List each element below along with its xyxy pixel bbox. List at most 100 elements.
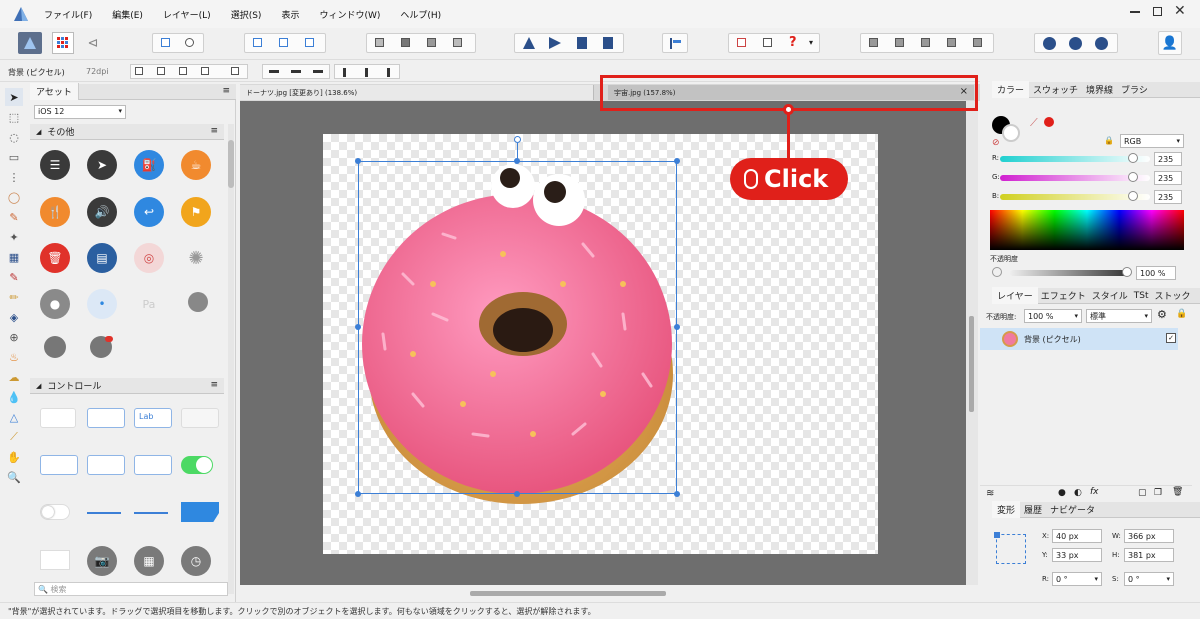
control-segment-asset[interactable]: [40, 455, 78, 475]
grey-circle-asset-icon[interactable]: [44, 336, 66, 358]
control-toggle-off-asset[interactable]: [40, 504, 70, 520]
tab-stock[interactable]: ストック: [1152, 287, 1194, 304]
toolbar-group-2[interactable]: [244, 33, 326, 53]
handle-left[interactable]: [355, 324, 361, 330]
layer-visibility-checkbox[interactable]: ✓: [1166, 333, 1176, 343]
section-other-header[interactable]: ◢ その他 ≡: [30, 124, 224, 140]
w-field[interactable]: 366 px: [1124, 529, 1174, 543]
asset-set-select[interactable]: iOS 12 ▾: [34, 105, 126, 119]
tab-styles[interactable]: スタイル: [1089, 287, 1131, 304]
zoom-tool-icon-alt[interactable]: ⊕: [5, 328, 23, 346]
handle-bottom-right[interactable]: [674, 491, 680, 497]
handle-bottom-left[interactable]: [355, 491, 361, 497]
control-stepper-asset[interactable]: [134, 455, 172, 475]
tab-stroke[interactable]: 境界線: [1082, 81, 1117, 98]
g-slider-knob[interactable]: [1128, 172, 1138, 182]
tab-brush[interactable]: ブラシ: [1117, 81, 1152, 98]
menu-window[interactable]: ウィンドウ(W): [319, 8, 380, 21]
section-menu-icon-2[interactable]: ≡: [210, 380, 218, 390]
menu-layer[interactable]: レイヤー(L): [163, 8, 211, 21]
tab-transform[interactable]: 変形: [992, 501, 1021, 518]
calculator-asset-icon[interactable]: ▦: [134, 546, 164, 576]
sharpen-tool-icon[interactable]: △: [5, 408, 23, 426]
b-field[interactable]: 235: [1154, 190, 1182, 204]
hand-tool-icon[interactable]: ✋: [5, 448, 23, 466]
r-field[interactable]: 235: [1154, 152, 1182, 166]
move-tool-icon[interactable]: ➤: [5, 88, 23, 106]
toolbar-group-5[interactable]: [662, 33, 688, 53]
row-marquee-icon[interactable]: ▭: [5, 148, 23, 166]
blur-tool-icon[interactable]: 💧: [5, 388, 23, 406]
control-popover-asset[interactable]: [181, 408, 219, 428]
spinner-asset-icon[interactable]: ✺: [181, 243, 211, 273]
opacity-reset-icon[interactable]: [992, 267, 1002, 277]
assets-search[interactable]: 🔍 検索: [34, 582, 228, 596]
paint-brush-icon[interactable]: ✎: [5, 268, 23, 286]
tab-swatches[interactable]: スウォッチ: [1029, 81, 1082, 98]
cup-asset-icon[interactable]: ☕: [181, 150, 211, 180]
user-icon[interactable]: 👤: [1158, 31, 1182, 55]
menu-edit[interactable]: 編集(E): [112, 8, 143, 21]
fingerprint-asset-icon[interactable]: ◎: [134, 243, 164, 273]
horizontal-scroll-thumb[interactable]: [470, 591, 666, 596]
toolbar-group-8[interactable]: [1034, 33, 1118, 53]
assets-scrollbar[interactable]: [228, 124, 234, 594]
opacity-slider-knob[interactable]: [1122, 267, 1132, 277]
color-mode-select[interactable]: RGB ▾: [1120, 134, 1184, 148]
menu-select[interactable]: 選択(S): [231, 8, 262, 21]
share-icon[interactable]: ⊲: [84, 34, 102, 52]
burn-tool-icon[interactable]: ♨: [5, 348, 23, 366]
section-controls-header[interactable]: ◢ コントロール ≡: [30, 378, 224, 394]
none-color-icon[interactable]: ⊘: [992, 138, 1000, 148]
elliptical-marquee-icon[interactable]: ◌: [5, 128, 23, 146]
close-window-icon[interactable]: ✕: [1174, 3, 1186, 19]
dot-asset-icon[interactable]: •: [87, 289, 117, 319]
grid-tool-icon[interactable]: ▦: [5, 248, 23, 266]
layer-row[interactable]: 背景 (ピクセル) ✓: [980, 328, 1178, 350]
designer-persona-icon[interactable]: [18, 32, 42, 54]
apple-pay-asset-icon[interactable]: Pa: [134, 289, 164, 319]
lasso-tool-icon[interactable]: ◯: [5, 188, 23, 206]
new-layer-icon[interactable]: ▢: [1138, 488, 1147, 498]
rotation-handle[interactable]: [514, 136, 521, 143]
opacity-slider[interactable]: [1010, 270, 1130, 276]
context-align-tools[interactable]: [262, 64, 330, 79]
volume-asset-icon[interactable]: 🔊: [87, 197, 117, 227]
trash-asset-icon[interactable]: 🗑: [40, 243, 70, 273]
control-textfield-asset[interactable]: [40, 408, 76, 428]
list-asset-icon[interactable]: ☰: [40, 150, 70, 180]
tab-doughnut[interactable]: ドーナツ.jpg [変更あり] (138.6%): [240, 85, 594, 100]
fuel-asset-icon[interactable]: ⛽: [134, 150, 164, 180]
vertical-scroll-thumb[interactable]: [969, 316, 974, 412]
tab-layers[interactable]: レイヤー: [992, 287, 1038, 304]
marquee-tool-icon[interactable]: ⬚: [5, 108, 23, 126]
h-field[interactable]: 381 px: [1124, 548, 1174, 562]
flag-asset-icon[interactable]: ⚑: [181, 197, 211, 227]
toolbar-group-7[interactable]: [860, 33, 994, 53]
duplicate-layer-icon[interactable]: ❐: [1154, 488, 1162, 498]
tab-history[interactable]: 履歴: [1020, 501, 1046, 518]
handle-bottom[interactable]: [514, 491, 520, 497]
layer-opacity-select[interactable]: 100 % ▾: [1024, 309, 1082, 323]
maximize-icon[interactable]: [1153, 7, 1162, 16]
toolbar-group-4[interactable]: [514, 33, 624, 53]
adjustment-icon[interactable]: ◐: [1074, 488, 1082, 498]
panel-menu-icon[interactable]: ≡: [222, 86, 230, 96]
control-segment2-asset[interactable]: [87, 455, 125, 475]
context-distribute-tools[interactable]: [334, 64, 400, 79]
y-field[interactable]: 33 px: [1052, 548, 1102, 562]
shear-field[interactable]: 0 ° ▾: [1124, 572, 1174, 586]
pixel-persona-icon[interactable]: [52, 32, 74, 54]
layer-settings-icon[interactable]: ⚙: [1157, 308, 1167, 321]
menu-file[interactable]: ファイル(F): [44, 8, 92, 21]
color-lock-icon[interactable]: 🔒: [1104, 136, 1114, 145]
section-menu-icon[interactable]: ≡: [210, 126, 218, 136]
selection-box[interactable]: [358, 161, 677, 494]
stroke-color-swatch[interactable]: [1002, 124, 1020, 142]
magic-wand-icon[interactable]: ✦: [5, 228, 23, 246]
horizontal-scrollbar-track[interactable]: [240, 588, 966, 600]
tab-text-styles[interactable]: TSt: [1131, 289, 1152, 303]
avatar-asset-icon[interactable]: ●: [40, 289, 70, 319]
handle-top-right[interactable]: [674, 158, 680, 164]
fill-tool-icon[interactable]: ◈: [5, 308, 23, 326]
